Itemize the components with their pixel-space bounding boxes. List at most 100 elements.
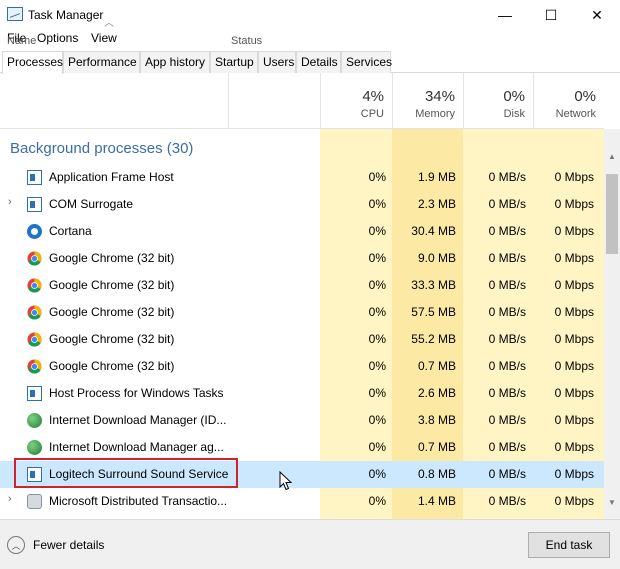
process-name: Host Process for Windows Tasks: [49, 386, 224, 400]
tab-startup[interactable]: Startup: [210, 51, 258, 73]
memory-value: 2.3 MB: [417, 197, 456, 211]
process-row[interactable]: Cortana 0% 30.4 MB 0 MB/s 0 Mbps: [0, 218, 604, 245]
window-title: Task Manager: [28, 8, 104, 22]
tab-services[interactable]: Services: [341, 51, 392, 73]
tab-users[interactable]: Users: [258, 51, 296, 73]
disk-label: Disk: [503, 108, 525, 120]
fewer-details-link[interactable]: Fewer details: [33, 538, 104, 552]
memory-column-header[interactable]: 34% Memory: [392, 73, 463, 129]
menu-view[interactable]: View: [91, 31, 117, 45]
process-row[interactable]: Application Frame Host 0% 1.9 MB 0 MB/s 0 Mb…: [0, 164, 604, 191]
chrome-icon: [27, 278, 42, 293]
tab-details[interactable]: Details: [296, 51, 341, 73]
process-row[interactable]: › COM Surrogate 0% 2.3 MB 0 MB/s 0 Mbps: [0, 191, 604, 218]
cpu-value: 0%: [368, 386, 386, 400]
expand-chevron-icon[interactable]: ›: [8, 196, 12, 208]
process-row[interactable]: Google Chrome (32 bit) 0% 55.2 MB 0 MB/s 0 M…: [0, 326, 604, 353]
window-icon: [27, 197, 42, 212]
network-value: 0 Mbps: [554, 359, 594, 373]
window-icon: [27, 170, 42, 185]
process-name: COM Surrogate: [49, 197, 134, 211]
scrollbar-thumb[interactable]: [606, 174, 618, 254]
cpu-value: 0%: [368, 305, 386, 319]
process-row[interactable]: Internet Download Manager ag... 0% 0.7 MB 0…: [0, 434, 604, 461]
process-row[interactable]: Google Chrome (32 bit) 0% 0.7 MB 0 MB/s 0 Mb…: [0, 353, 604, 380]
process-row[interactable]: Google Chrome (32 bit) 0% 33.3 MB 0 MB/s 0 M…: [0, 272, 604, 299]
process-row[interactable]: Google Chrome (32 bit) 0% 57.5 MB 0 MB/s 0 M…: [0, 299, 604, 326]
scroll-down-arrow-icon[interactable]: ▼: [604, 498, 620, 512]
idm-icon: [27, 413, 42, 428]
memory-value: 9.0 MB: [417, 251, 456, 265]
network-value: 0 Mbps: [554, 494, 594, 508]
chrome-icon: [27, 251, 42, 266]
highlight-selected-process: [14, 458, 238, 488]
chevron-up-circle-icon[interactable]: ︿: [7, 536, 25, 554]
cpu-value: 0%: [368, 332, 386, 346]
name-column-header[interactable]: Name: [7, 35, 36, 47]
cpu-label: CPU: [360, 108, 384, 120]
chrome-icon: [27, 359, 42, 374]
process-row[interactable]: Google Chrome (32 bit) 0% 9.0 MB 0 MB/s 0 Mb…: [0, 245, 604, 272]
process-row[interactable]: Internet Download Manager (ID... 0% 3.8 MB…: [0, 407, 604, 434]
process-name: Internet Download Manager (ID...: [49, 413, 227, 427]
ms-dtc-icon: [27, 494, 42, 509]
maximize-button[interactable]: ☐: [528, 0, 574, 30]
idm-icon: [27, 440, 42, 455]
cpu-value: 0%: [368, 440, 386, 454]
cpu-value: 0%: [368, 278, 386, 292]
cpu-value: 0%: [368, 170, 386, 184]
cpu-value: 0%: [368, 224, 386, 238]
process-name: Google Chrome (32 bit): [49, 332, 175, 346]
process-name: Microsoft Distributed Transactio...: [49, 494, 228, 508]
cpu-column-header[interactable]: 4% CPU: [320, 73, 392, 129]
cpu-value: 0%: [368, 413, 386, 427]
memory-value: 3.8 MB: [417, 413, 456, 427]
process-row[interactable]: › Microsoft Distributed Transactio... 0% 1.…: [0, 488, 604, 515]
task-manager-icon: [7, 7, 23, 21]
close-button[interactable]: ✕: [574, 0, 620, 30]
network-total: 0%: [574, 88, 596, 105]
network-label: Network: [555, 108, 596, 120]
status-column-header[interactable]: [228, 73, 320, 129]
disk-total: 0%: [503, 88, 525, 105]
disk-column-header[interactable]: 0% Disk: [463, 73, 533, 129]
disk-value: 0 MB/s: [488, 467, 526, 481]
network-column-header[interactable]: 0% Network: [533, 73, 604, 129]
cpu-value: 0%: [368, 251, 386, 265]
network-value: 0 Mbps: [554, 197, 594, 211]
network-value: 0 Mbps: [554, 440, 594, 454]
memory-value: 33.3 MB: [411, 278, 456, 292]
tab-performance[interactable]: Performance: [63, 51, 140, 73]
minimize-button[interactable]: —: [482, 0, 528, 30]
network-value: 0 Mbps: [554, 251, 594, 265]
memory-value: 1.9 MB: [417, 170, 456, 184]
process-row[interactable]: Host Process for Windows Tasks 0% 2.6 MB 0 …: [0, 380, 604, 407]
tab-strip: Processes Performance App history Startu…: [0, 51, 620, 74]
memory-value: 57.5 MB: [411, 305, 456, 319]
menu-options[interactable]: Options: [37, 31, 78, 45]
tab-processes[interactable]: Processes: [2, 51, 63, 74]
disk-value: 0 MB/s: [488, 332, 526, 346]
status-column-label: Status: [231, 35, 263, 47]
disk-value: 0 MB/s: [488, 224, 526, 238]
cpu-value: 0%: [368, 197, 386, 211]
process-name: Google Chrome (32 bit): [49, 278, 175, 292]
network-value: 0 Mbps: [554, 305, 594, 319]
tab-app-history[interactable]: App history: [140, 51, 210, 73]
network-value: 0 Mbps: [554, 224, 594, 238]
expand-chevron-icon[interactable]: ›: [8, 493, 12, 505]
memory-value: 0.7 MB: [417, 359, 456, 373]
disk-value: 0 MB/s: [488, 386, 526, 400]
memory-value: 55.2 MB: [411, 332, 456, 346]
network-value: 0 Mbps: [554, 467, 594, 481]
disk-value: 0 MB/s: [488, 413, 526, 427]
disk-value: 0 MB/s: [488, 278, 526, 292]
scroll-up-arrow-icon[interactable]: ▲: [604, 152, 620, 166]
process-name: Application Frame Host: [49, 170, 174, 184]
cortana-icon: [27, 224, 42, 239]
end-task-button[interactable]: End task: [528, 532, 610, 558]
disk-value: 0 MB/s: [488, 440, 526, 454]
network-value: 0 Mbps: [554, 332, 594, 346]
process-name: Internet Download Manager ag...: [49, 440, 224, 454]
network-value: 0 Mbps: [554, 413, 594, 427]
